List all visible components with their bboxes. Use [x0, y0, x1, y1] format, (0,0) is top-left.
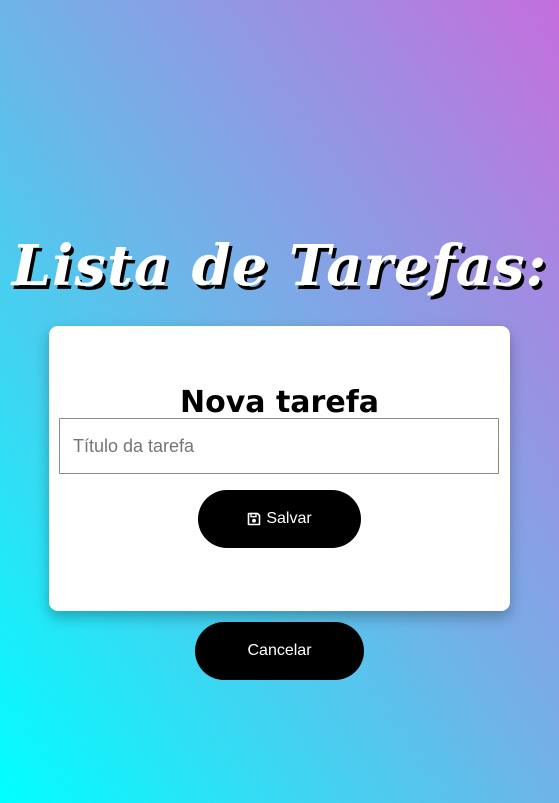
save-button-label: Salvar	[266, 510, 312, 527]
floppy-disk-icon	[247, 512, 261, 526]
save-button[interactable]: Salvar	[198, 490, 361, 548]
cancel-button[interactable]: Cancelar	[195, 622, 364, 680]
new-task-card: Nova tarefa Salvar	[49, 326, 510, 611]
card-title: Nova tarefa	[180, 384, 379, 420]
task-title-input[interactable]	[59, 418, 499, 474]
page-title: Lista de Tarefas:	[11, 232, 548, 299]
